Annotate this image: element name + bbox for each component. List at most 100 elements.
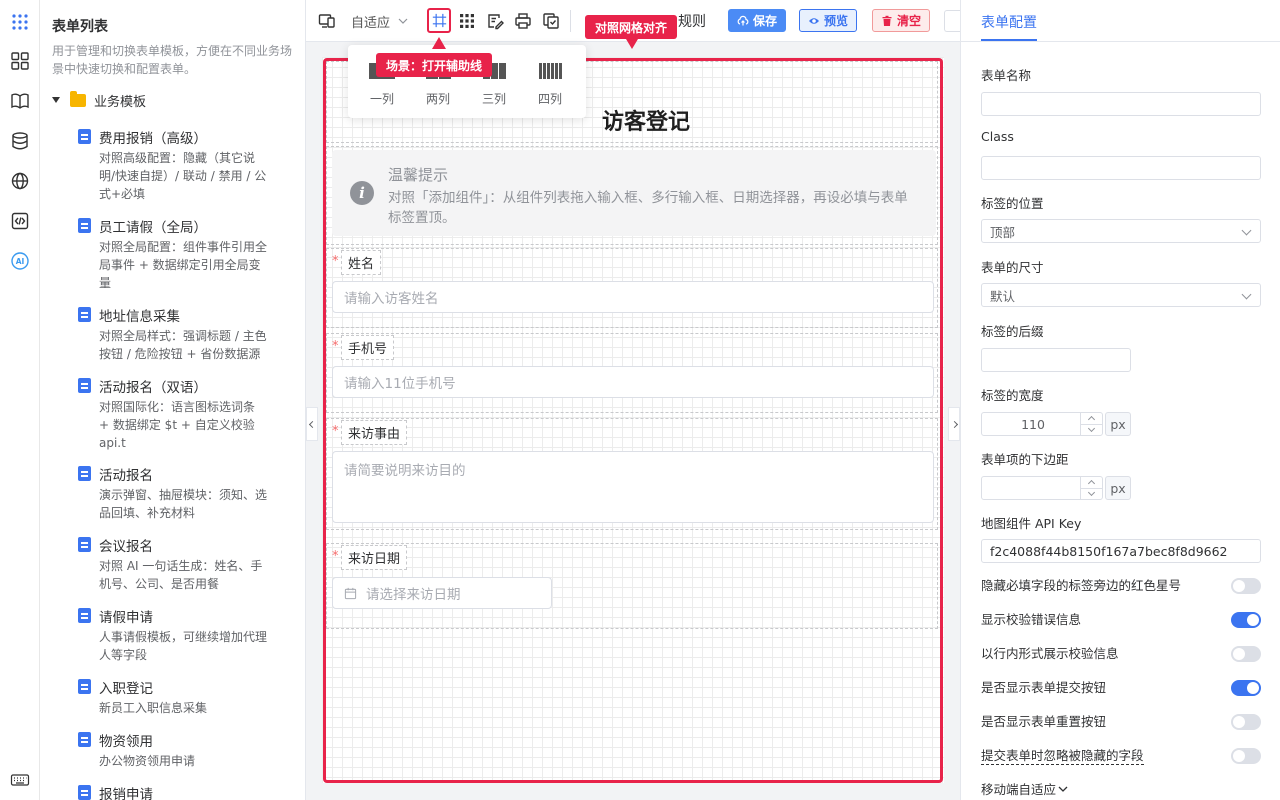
device-select-value: 自适应	[351, 15, 391, 31]
template-desc: 新员工入职信息采集	[99, 701, 208, 715]
stepper-buttons[interactable]	[1080, 477, 1103, 499]
guideline-icon	[432, 13, 446, 28]
column-option-four[interactable]: 四列	[530, 63, 570, 107]
field-label: 来访事由	[341, 420, 408, 445]
field-label: 手机号	[341, 335, 395, 360]
globe-icon[interactable]	[8, 169, 32, 193]
chevron-up-icon	[1087, 479, 1096, 488]
switch-label: 显示校验错误信息	[981, 612, 1082, 627]
phone-input[interactable]: 请输入11位手机号	[332, 366, 934, 398]
document-icon	[78, 466, 91, 481]
show-submit-button-switch[interactable]	[1231, 680, 1261, 696]
inline-validation-switch[interactable]	[1231, 646, 1261, 662]
active-tab-indicator	[981, 39, 1037, 41]
book-icon[interactable]	[8, 89, 32, 113]
document-icon	[78, 732, 91, 747]
tab-form-config[interactable]: 表单配置	[981, 12, 1037, 32]
visit-reason-textarea[interactable]: 请简要说明来访目的	[332, 451, 934, 523]
toolbar-divider	[570, 10, 571, 32]
icon-rail: AI	[0, 0, 40, 800]
chevron-down-icon	[1241, 289, 1252, 300]
preview-label: 预览	[824, 14, 849, 28]
collapse-left-handle[interactable]	[306, 407, 318, 441]
collapse-right-handle[interactable]	[948, 407, 960, 441]
apps-grid-icon[interactable]	[8, 10, 32, 34]
placeholder-text: 请输入访客姓名	[344, 291, 439, 307]
unit-label: px	[1105, 412, 1131, 436]
notice-text: 对照「添加组件」：从组件列表拖入输入框、多行输入框、日期选择器，再设必填与表单标…	[388, 190, 908, 226]
placeholder-text: 请选择来访日期	[366, 587, 461, 603]
form-list-panel: 表单列表 用于管理和切换表单模板，方便在不同业务场景中快速切换和配置表单。 业务…	[40, 0, 306, 800]
form-name-input[interactable]	[981, 92, 1261, 116]
template-name: 活动报名（双语）	[99, 380, 207, 396]
template-desc: 对照全局样式：强调标题 / 主色按钮 / 危险按钮 + 省份数据源	[99, 329, 267, 361]
visitor-name-input[interactable]: 请输入访客姓名	[332, 281, 934, 313]
label-width-stepper[interactable]: 110	[981, 412, 1103, 436]
callout-scene: 场景：打开辅助线	[376, 53, 493, 77]
field-label-text: 手机号	[348, 342, 388, 357]
form-config-panel: 表单配置 表单名称 Class 标签的位置 顶部 表单的尺寸 默认 标签的后缀 …	[960, 0, 1280, 800]
label-position-value: 顶部	[990, 224, 1016, 240]
show-reset-button-switch[interactable]	[1231, 714, 1261, 730]
document-icon	[78, 608, 91, 623]
template-desc: 对照高级配置：隐藏（其它说明/快速自提）/ 联动 / 禁用 / 公式+必填	[99, 151, 267, 201]
form-size-value: 默认	[990, 288, 1016, 304]
preview-button[interactable]: 预览	[799, 9, 858, 32]
edit-json-button[interactable]	[486, 11, 504, 31]
column-option-label: 三列	[481, 92, 506, 106]
chevron-left-icon	[308, 420, 316, 428]
rules-button[interactable]: 规则	[678, 11, 706, 31]
label-position-select[interactable]: 顶部	[981, 219, 1261, 243]
template-name: 入职登记	[99, 681, 153, 697]
notice-title: 温馨提示	[388, 166, 449, 184]
database-icon[interactable]	[8, 129, 32, 153]
required-star: *	[332, 254, 339, 269]
callout-arrow	[432, 37, 446, 49]
template-name: 请假申请	[99, 610, 153, 626]
map-key-value: f2c4088f44b8150f167a7bec8f8d9662	[990, 543, 1228, 559]
class-label: Class	[981, 129, 1014, 144]
visit-date-picker[interactable]: 请选择来访日期	[332, 577, 552, 609]
import-button[interactable]	[542, 11, 560, 31]
guideline-toggle-button[interactable]	[427, 8, 451, 33]
form-size-select[interactable]: 默认	[981, 283, 1261, 307]
device-select[interactable]: 自适应	[351, 11, 408, 31]
required-star: *	[332, 339, 339, 354]
document-icon	[78, 537, 91, 552]
columns-layout-button[interactable]	[458, 11, 476, 31]
device-icon[interactable]	[318, 11, 336, 31]
required-star: *	[332, 549, 339, 564]
class-input[interactable]	[981, 156, 1261, 180]
map-key-input[interactable]: f2c4088f44b8150f167a7bec8f8d9662	[981, 539, 1261, 563]
save-button[interactable]: 保存	[728, 9, 787, 32]
folder-business-templates[interactable]: 业务模板	[52, 90, 146, 110]
label-width-value: 110	[1021, 417, 1045, 432]
label-suffix-input[interactable]	[981, 348, 1131, 372]
eye-icon	[809, 17, 819, 24]
config-tabs: 表单配置	[961, 0, 1280, 42]
field-label-text: 来访事由	[348, 427, 401, 442]
show-validation-error-switch[interactable]	[1231, 612, 1261, 628]
print-button[interactable]	[514, 11, 532, 31]
components-icon[interactable]	[8, 49, 32, 73]
more-actions-button[interactable]	[944, 10, 960, 32]
hide-required-asterisk-switch[interactable]	[1231, 578, 1261, 594]
ai-icon[interactable]: AI	[8, 249, 32, 273]
chevron-right-icon	[950, 420, 958, 428]
ignore-hidden-fields-switch[interactable]	[1231, 748, 1261, 764]
field-label: 来访日期	[341, 545, 408, 570]
stepper-buttons[interactable]	[1080, 413, 1103, 435]
clear-button[interactable]: 清空	[872, 9, 931, 32]
item-margin-stepper[interactable]	[981, 476, 1103, 500]
copy-document-icon	[543, 13, 559, 29]
switch-label: 提交表单时忽略被隐藏的字段	[981, 745, 1144, 765]
label-width-label: 标签的宽度	[981, 388, 1044, 403]
field-label-text: 姓名	[348, 257, 375, 272]
save-label: 保存	[753, 14, 778, 28]
mobile-adaptive-toggle[interactable]: 移动端自适应	[981, 779, 1068, 798]
column-option-label: 四列	[537, 92, 562, 106]
code-icon[interactable]	[8, 209, 32, 233]
template-name: 费用报销（高级）	[99, 131, 207, 147]
panel-title: 表单列表	[52, 19, 108, 35]
keyboard-icon[interactable]	[8, 768, 32, 792]
